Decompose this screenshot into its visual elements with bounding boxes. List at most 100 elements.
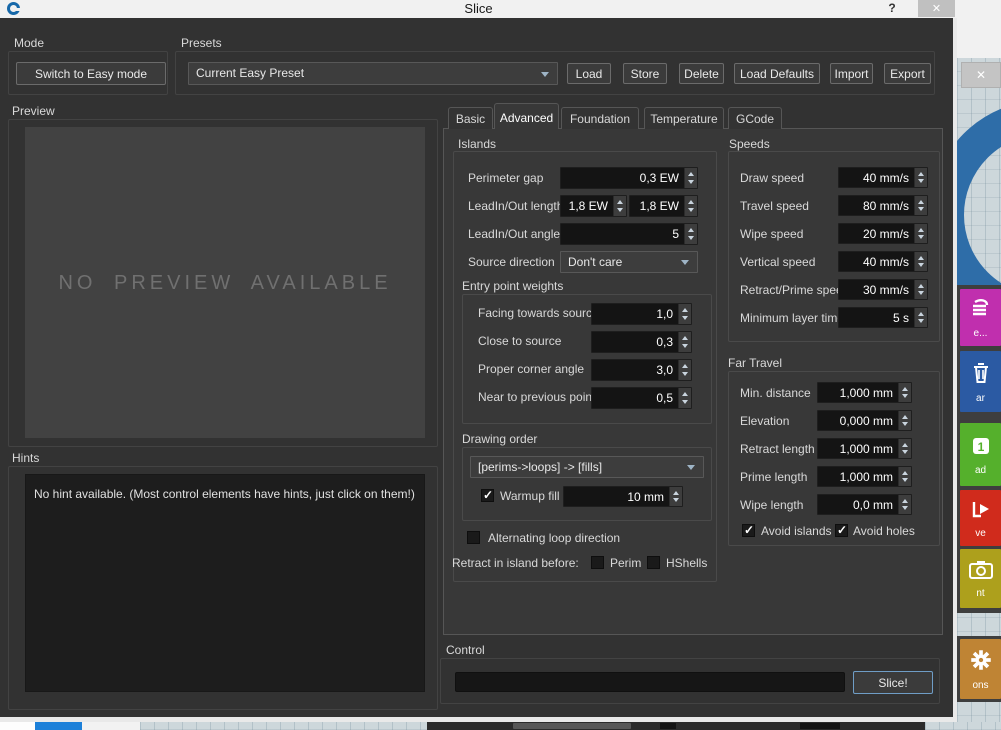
spinner-arrows-icon[interactable] <box>914 224 927 243</box>
retract-perim-checkbox[interactable] <box>591 556 604 569</box>
vertical-speed-spinner[interactable]: 40 mm/s <box>838 251 928 272</box>
tab-gcode[interactable]: GCode <box>728 107 782 129</box>
prime-length-spinner[interactable]: 1,000 mm <box>817 466 912 487</box>
entry-weights-group-label: Entry point weights <box>462 279 563 293</box>
travel-speed-spinner[interactable]: 80 mm/s <box>838 195 928 216</box>
slice-side-button[interactable]: e... <box>960 289 1001 346</box>
spinner-arrows-icon[interactable] <box>914 252 927 271</box>
min-layer-time-spinner[interactable]: 5 s <box>838 307 928 328</box>
preset-select[interactable]: Current Easy Preset <box>188 62 558 85</box>
leadin-angle-spinner[interactable]: 5 <box>560 223 698 245</box>
print-side-label: nt <box>976 588 984 599</box>
elevation-label: Elevation <box>740 414 789 428</box>
elevation-spinner[interactable]: 0,000 mm <box>817 410 912 431</box>
close-icon[interactable]: ✕ <box>918 0 955 17</box>
min-distance-spinner[interactable]: 1,000 mm <box>817 382 912 403</box>
trash-icon <box>969 360 993 391</box>
wipe-length-spinner[interactable]: 0,0 mm <box>817 494 912 515</box>
entry-weight-spinner-1[interactable]: 0,3 <box>591 331 692 353</box>
background-bottom-button[interactable] <box>513 723 631 729</box>
warmup-fill-spinner[interactable]: 10 mm <box>563 486 683 507</box>
retract-prime-speed-label: Retract/Prime speed <box>740 283 849 297</box>
spinner-arrows-icon[interactable] <box>684 168 697 188</box>
source-direction-label: Source direction <box>468 255 555 269</box>
tab-basic[interactable]: Basic <box>448 107 493 129</box>
retract-hshells-checkbox[interactable] <box>647 556 660 569</box>
slice-layers-icon <box>968 297 994 326</box>
retract-length-value: 1,000 mm <box>818 439 898 458</box>
slice-side-label: e... <box>974 328 988 339</box>
background-bottom-slot-1 <box>660 723 676 729</box>
load-defaults-button[interactable]: Load Defaults <box>734 63 820 84</box>
spinner-arrows-icon[interactable] <box>678 388 691 408</box>
clear-side-label: ar <box>976 393 985 404</box>
drawing-order-group-label: Drawing order <box>462 432 537 446</box>
help-button[interactable]: ? <box>884 1 900 15</box>
retract-prime-speed-value: 30 mm/s <box>839 280 914 299</box>
spinner-arrows-icon[interactable] <box>898 383 911 402</box>
spinner-arrows-icon[interactable] <box>678 332 691 352</box>
print-side-button[interactable]: nt <box>960 549 1001 608</box>
spinner-arrows-icon[interactable] <box>898 439 911 458</box>
tab-temperature[interactable]: Temperature <box>644 107 724 129</box>
spinner-arrows-icon[interactable] <box>914 308 927 327</box>
alternating-loop-checkbox[interactable] <box>467 531 480 544</box>
load-side-label: ad <box>975 465 986 476</box>
background-close-button[interactable]: ✕ <box>961 62 1001 88</box>
warmup-fill-checkbox[interactable] <box>481 489 494 502</box>
avoid-islands-label: Avoid islands <box>761 524 832 538</box>
spinner-arrows-icon[interactable] <box>914 196 927 215</box>
source-direction-select[interactable]: Don't care <box>560 251 698 273</box>
tab-advanced[interactable]: Advanced <box>494 103 559 129</box>
leadin-length-spinner-1[interactable]: 1,8 EW <box>560 195 627 217</box>
background-bottom-light <box>82 722 140 730</box>
entry-weight-spinner-0[interactable]: 1,0 <box>591 303 692 325</box>
switch-easy-mode-button[interactable]: Switch to Easy mode <box>16 62 166 85</box>
spinner-arrows-icon[interactable] <box>914 168 927 187</box>
clear-side-button[interactable]: ar <box>960 351 1001 412</box>
retract-prime-speed-spinner[interactable]: 30 mm/s <box>838 279 928 300</box>
store-preset-button[interactable]: Store <box>623 63 667 84</box>
control-group-label: Control <box>446 643 485 657</box>
options-side-button[interactable]: ons <box>960 639 1001 699</box>
spinner-arrows-icon[interactable] <box>914 280 927 299</box>
delete-preset-button[interactable]: Delete <box>679 63 724 84</box>
draw-speed-spinner[interactable]: 40 mm/s <box>838 167 928 188</box>
entry-weight-value-0: 1,0 <box>592 304 678 324</box>
background-bottom-white <box>0 722 35 730</box>
min-layer-time-label: Minimum layer time <box>740 311 844 325</box>
spinner-arrows-icon[interactable] <box>678 304 691 324</box>
avoid-holes-checkbox[interactable] <box>835 524 848 537</box>
drawing-order-select[interactable]: [perims->loops] -> [fills] <box>470 456 704 478</box>
load-side-button[interactable]: 1 ad <box>960 423 1001 486</box>
export-preset-button[interactable]: Export <box>884 63 931 84</box>
wipe-speed-spinner[interactable]: 20 mm/s <box>838 223 928 244</box>
slice-button[interactable]: Slice! <box>853 671 933 694</box>
spinner-arrows-icon[interactable] <box>898 467 911 486</box>
entry-weight-spinner-3[interactable]: 0,5 <box>591 387 692 409</box>
import-preset-button[interactable]: Import <box>830 63 873 84</box>
screen: ✕ e... ar 1 ad ve nt ons <box>0 0 1001 730</box>
spinner-arrows-icon[interactable] <box>898 411 911 430</box>
retract-length-spinner[interactable]: 1,000 mm <box>817 438 912 459</box>
tab-foundation[interactable]: Foundation <box>561 107 639 129</box>
preview-group-label: Preview <box>12 104 55 118</box>
leadin-length-spinner-2[interactable]: 1,8 EW <box>629 195 698 217</box>
spinner-arrows-icon[interactable] <box>684 224 697 244</box>
spinner-arrows-icon[interactable] <box>669 487 682 506</box>
draw-speed-label: Draw speed <box>740 171 804 185</box>
entry-weight-spinner-2[interactable]: 3,0 <box>591 359 692 381</box>
perimeter-gap-spinner[interactable]: 0,3 EW <box>560 167 698 189</box>
avoid-islands-checkbox[interactable] <box>742 524 755 537</box>
gear-icon <box>968 647 994 678</box>
spinner-arrows-icon[interactable] <box>678 360 691 380</box>
load-preset-button[interactable]: Load <box>567 63 611 84</box>
spinner-arrows-icon[interactable] <box>898 495 911 514</box>
save-side-button[interactable]: ve <box>960 490 1001 546</box>
draw-speed-value: 40 mm/s <box>839 168 914 187</box>
spinner-arrows-icon[interactable] <box>613 196 626 216</box>
retract-length-label: Retract length <box>740 442 815 456</box>
options-side-label: ons <box>972 680 988 691</box>
spinner-arrows-icon[interactable] <box>684 196 697 216</box>
dialog-titlebar[interactable]: Slice ? ✕ <box>0 0 957 18</box>
